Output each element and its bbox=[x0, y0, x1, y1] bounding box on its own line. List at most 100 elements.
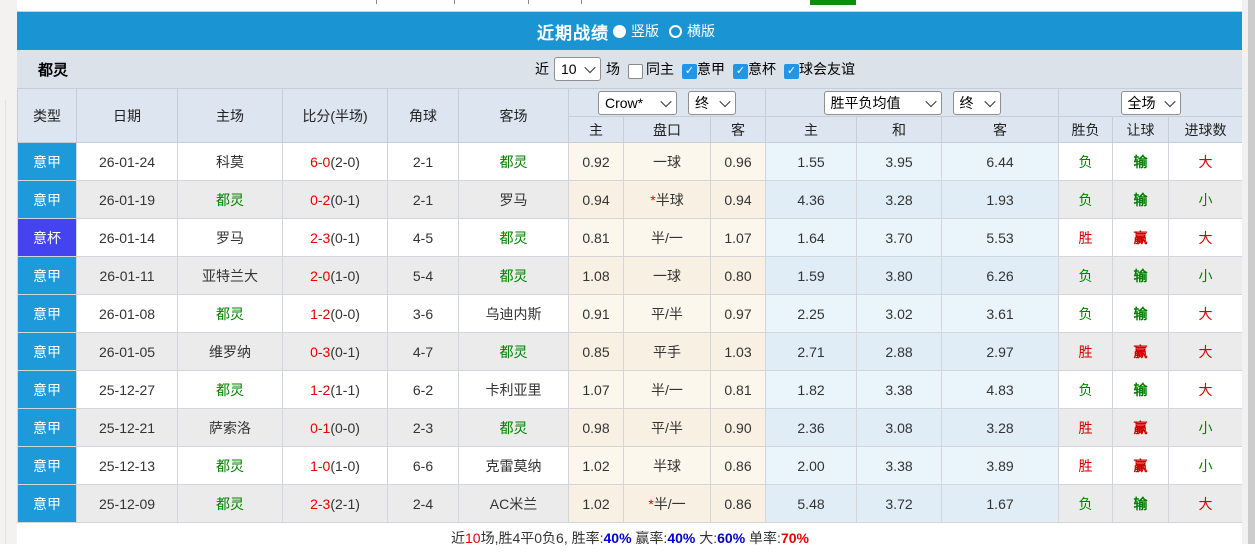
cell-away-team: 都灵 bbox=[458, 332, 569, 371]
cell-away-team: 都灵 bbox=[458, 218, 569, 257]
cell-home-team: 都灵 bbox=[177, 180, 283, 219]
col-header-home: 主场 bbox=[177, 88, 283, 143]
checkbox-label[interactable]: 意甲 bbox=[697, 61, 725, 77]
cell-home-team: 维罗纳 bbox=[177, 332, 283, 371]
table-row: 意甲 25-12-27 都灵 1-2(1-1) 6-2 卡利亚里 1.07 半/… bbox=[17, 370, 1244, 409]
layout-radio-label[interactable]: 竖版 bbox=[631, 21, 659, 41]
sub-col-avg-away: 客 bbox=[941, 116, 1060, 143]
layout-radio-selected[interactable] bbox=[613, 24, 626, 38]
average-type-select[interactable]: 胜平负均值 bbox=[823, 90, 942, 115]
games-count-select[interactable]: 10 bbox=[554, 57, 601, 81]
cell-win-loss: 负 bbox=[1058, 256, 1114, 295]
league-badge: 意甲 bbox=[17, 446, 77, 485]
cell-away-team: 罗马 bbox=[458, 180, 569, 219]
cell-home-team: 罗马 bbox=[177, 218, 283, 257]
chevron-down-icon bbox=[1163, 95, 1176, 107]
cell-avg-home: 1.59 bbox=[765, 256, 858, 295]
cell-handicap: 平/半 bbox=[623, 408, 711, 447]
checkbox-label[interactable]: 球会友谊 bbox=[799, 61, 855, 77]
league-badge: 意杯 bbox=[17, 218, 77, 257]
result-group-header: 全场 bbox=[1058, 88, 1244, 117]
cell-odds-home: 0.81 bbox=[568, 218, 624, 257]
cell-win-loss: 负 bbox=[1058, 142, 1114, 181]
layout-radio-unselected[interactable] bbox=[669, 24, 682, 38]
cell-win-loss: 胜 bbox=[1058, 408, 1114, 447]
league-badge: 意甲 bbox=[17, 256, 77, 295]
cell-date: 25-12-09 bbox=[76, 484, 178, 523]
table-row: 意甲 25-12-21 萨索洛 0-1(0-0) 2-3 都灵 0.98 平/半… bbox=[17, 408, 1244, 447]
odds-source-select[interactable]: Crow* bbox=[598, 90, 677, 115]
cell-odds-away: 0.81 bbox=[709, 370, 767, 409]
cell-avg-home: 4.36 bbox=[765, 180, 858, 219]
cell-corners: 4-7 bbox=[387, 332, 459, 371]
checkbox-label[interactable]: 同主 bbox=[646, 61, 674, 77]
cell-avg-home: 2.25 bbox=[765, 294, 858, 333]
cell-date: 26-01-19 bbox=[76, 180, 178, 219]
cell-away-team: 都灵 bbox=[458, 142, 569, 181]
col-header-away: 客场 bbox=[458, 88, 569, 143]
chevron-down-icon bbox=[719, 95, 731, 107]
cell-avg-away: 1.93 bbox=[941, 180, 1060, 219]
cell-home-team: 萨索洛 bbox=[177, 408, 283, 447]
cell-odds-away: 0.86 bbox=[709, 484, 767, 523]
partial-green-button[interactable] bbox=[810, 0, 856, 5]
cell-avg-draw: 2.88 bbox=[856, 332, 943, 371]
checkbox-checked[interactable]: ✓ bbox=[733, 64, 748, 79]
checkbox-unchecked[interactable]: ✓ bbox=[628, 64, 643, 79]
layout-radio-group: 竖版 横版 bbox=[611, 21, 723, 41]
cell-away-team: 乌迪内斯 bbox=[458, 294, 569, 333]
cell-date: 26-01-24 bbox=[76, 142, 178, 181]
sub-col-handicap: 盘口 bbox=[623, 116, 711, 143]
cell-avg-away: 1.67 bbox=[941, 484, 1060, 523]
league-badge: 意甲 bbox=[17, 294, 77, 333]
cell-handicap: *半/一 bbox=[623, 484, 711, 523]
cell-home-team: 亚特兰大 bbox=[177, 256, 283, 295]
cell-avg-home: 2.71 bbox=[765, 332, 858, 371]
sub-col-odds-home: 主 bbox=[568, 116, 624, 143]
cell-corners: 5-4 bbox=[387, 256, 459, 295]
odds-group-header: Crow* 终 bbox=[567, 88, 767, 117]
results-table-body: 意甲 26-01-24 科莫 6-0(2-0) 2-1 都灵 0.92 一球 0… bbox=[17, 142, 1244, 523]
checkbox-checked[interactable]: ✓ bbox=[682, 64, 697, 79]
cell-avg-draw: 3.02 bbox=[856, 294, 943, 333]
cell-win-loss: 负 bbox=[1058, 484, 1114, 523]
page-right-scrollbar[interactable] bbox=[1242, 0, 1255, 544]
cell-handicap-result: 输 bbox=[1112, 484, 1170, 523]
cell-odds-away: 0.94 bbox=[709, 180, 767, 219]
cell-odds-home: 0.91 bbox=[568, 294, 624, 333]
cell-win-loss: 胜 bbox=[1058, 332, 1114, 371]
chevron-down-icon bbox=[584, 61, 596, 74]
sub-col-odds-away: 客 bbox=[709, 116, 767, 143]
col-header-score: 比分(半场) bbox=[282, 88, 388, 143]
cell-avg-home: 2.00 bbox=[765, 446, 858, 485]
odds-state-select[interactable]: 终 bbox=[688, 90, 736, 115]
scope-select[interactable]: 全场 bbox=[1120, 90, 1181, 115]
cell-score: 6-0(2-0) bbox=[282, 142, 388, 181]
cell-odds-home: 1.07 bbox=[568, 370, 624, 409]
top-cropped-strip bbox=[17, 0, 1243, 12]
table-row: 意甲 26-01-08 都灵 1-2(0-0) 3-6 乌迪内斯 0.91 平/… bbox=[17, 294, 1244, 333]
cell-avg-away: 5.53 bbox=[941, 218, 1060, 257]
cell-odds-home: 0.92 bbox=[568, 142, 624, 181]
cell-avg-draw: 3.95 bbox=[856, 142, 943, 181]
checkbox-checked[interactable]: ✓ bbox=[784, 64, 799, 79]
summary-segment: 大: bbox=[695, 529, 718, 546]
cell-goals-result: 小 bbox=[1168, 446, 1244, 485]
cell-avg-home: 1.82 bbox=[765, 370, 858, 409]
checkbox-label[interactable]: 意杯 bbox=[748, 61, 776, 77]
cell-home-team: 都灵 bbox=[177, 446, 283, 485]
cell-avg-draw: 3.70 bbox=[856, 218, 943, 257]
cell-date: 26-01-11 bbox=[76, 256, 178, 295]
summary-footer: 近10场,胜4平0负6, 胜率:40% 赢率:40% 大:60% 单率:70% bbox=[17, 523, 1243, 552]
table-row: 意甲 26-01-05 维罗纳 0-3(0-1) 4-7 都灵 0.85 平手 … bbox=[17, 332, 1244, 371]
summary-segment: 40% bbox=[603, 529, 632, 546]
cell-goals-result: 小 bbox=[1168, 256, 1244, 295]
cell-goals-result: 大 bbox=[1168, 142, 1244, 181]
cell-avg-away: 3.28 bbox=[941, 408, 1060, 447]
layout-radio-label[interactable]: 横版 bbox=[687, 21, 715, 41]
cell-score: 0-3(0-1) bbox=[282, 332, 388, 371]
col-header-type: 类型 bbox=[17, 88, 77, 143]
cell-corners: 2-1 bbox=[387, 180, 459, 219]
cell-avg-away: 4.83 bbox=[941, 370, 1060, 409]
average-state-select[interactable]: 终 bbox=[952, 90, 1001, 115]
